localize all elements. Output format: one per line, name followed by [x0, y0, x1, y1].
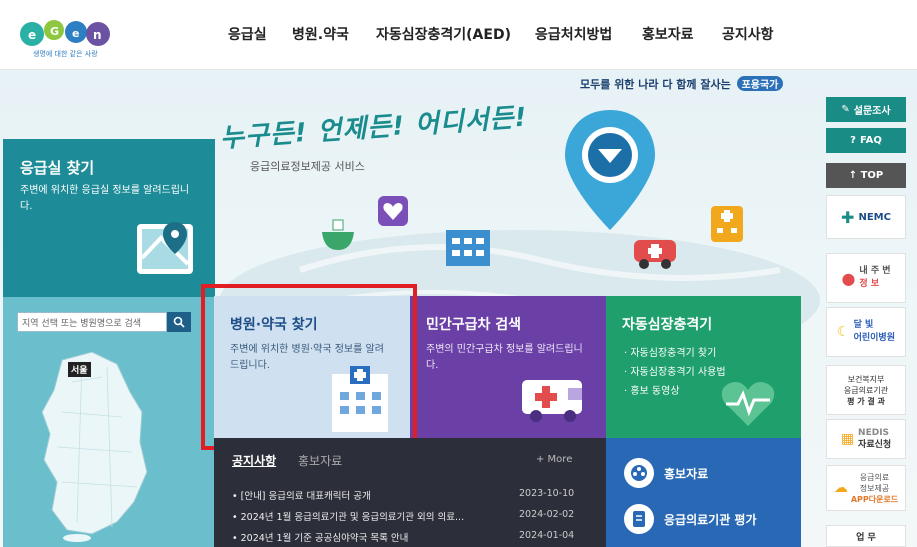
svg-text:G: G	[50, 25, 59, 38]
nav-promotion[interactable]: 홍보자료	[642, 24, 694, 44]
nav-notice[interactable]: 공지사항	[722, 24, 774, 44]
moon-label-2: 어린이병원	[853, 333, 895, 343]
nav-first-aid[interactable]: 응급처치방법	[535, 24, 612, 44]
app-download-link[interactable]: ☁ 응급의료 정보제공 APP다운로드	[826, 465, 906, 511]
nearby-info-link[interactable]: ● 내 주 변 정 보	[826, 253, 906, 303]
moon-label-1: 달 빛	[853, 320, 874, 330]
clinic-building-icon	[709, 204, 745, 244]
aed-link-find[interactable]: · 자동심장충격기 찾기	[624, 344, 726, 363]
app-label-1: 응급의료	[859, 472, 890, 482]
moon-icon: ☾	[837, 324, 850, 340]
nedis-label-1: NEDIS	[858, 428, 890, 438]
quick-sidebar: ✎ 설문조사 ? FAQ ↑ TOP ✚ NEMC ● 내 주 변 정 보 ☾ 달 …	[826, 97, 906, 547]
ambulance-car-icon	[630, 230, 680, 270]
nav-hospital-pharmacy[interactable]: 병원.약국	[292, 24, 349, 44]
eval-label-1: 보건복지부	[847, 374, 885, 384]
aed-link-usage[interactable]: · 자동심장충격기 사용법	[624, 363, 726, 382]
promo-materials-link[interactable]: 홍보자료	[664, 465, 708, 482]
map-pin-icon: ●	[841, 268, 856, 288]
hospital-building-icon	[442, 222, 494, 268]
region-label-seoul[interactable]: 서울	[68, 362, 91, 377]
nearby-label-2: 정 보	[859, 279, 880, 289]
slogan-text: 모두를 위한 나라 다 함께 잘사는	[580, 78, 731, 91]
top-button[interactable]: ↑ TOP	[826, 163, 906, 188]
hero-subtitle: 응급의료정보제공 서비스	[250, 160, 365, 173]
nedis-label-2: 자료신청	[858, 440, 892, 450]
ambulance-icon	[518, 374, 594, 428]
aed-tile-title: 자동심장충격기	[622, 317, 713, 333]
document-stack-icon: ▦	[840, 431, 855, 447]
search-icon	[173, 316, 185, 328]
evaluation-result-link[interactable]: 보건복지부 응급의료기관 평 가 결 과	[826, 365, 906, 415]
promo-panel: 홍보자료 응급의료기관 평가	[606, 438, 801, 547]
faq-label: FAQ	[859, 135, 882, 146]
region-search-input[interactable]: 지역 선택 또는 병원명으로 검색	[17, 312, 167, 332]
ambulance-tile-title: 민간구급차 검색	[426, 317, 522, 333]
moonlight-hospital-link[interactable]: ☾ 달 빛 어린이병원	[826, 307, 906, 357]
nemc-logo-icon: ✚	[841, 207, 855, 227]
site-logo[interactable]: e G e n 생명에 대한 같은 사랑	[18, 12, 128, 62]
heart-badge-icon	[376, 194, 410, 228]
slogan-bar: 모두를 위한 나라 다 함께 잘사는 포용국가	[580, 76, 784, 92]
logo-tagline: 생명에 대한 같은 사랑	[33, 50, 98, 58]
nav-emergency-room[interactable]: 응급실	[228, 24, 267, 44]
edit-icon: ✎	[841, 104, 850, 115]
notice-panel: 공지사항 홍보자료 + More • [안내] 응급의료 대표캐릭터 공개 20…	[214, 438, 606, 547]
notice-item[interactable]: • 2024년 1월 응급의료기관 및 응급의료기관 외의 의료...	[232, 509, 464, 523]
business-link[interactable]: 업 무	[826, 525, 906, 547]
pharmacy-bowl-icon	[318, 218, 358, 254]
survey-label: 설문조사	[853, 106, 891, 117]
nav-aed[interactable]: 자동심장충격기(AED)	[376, 24, 511, 44]
app-label-2: 정보제공	[859, 483, 890, 493]
notice-item[interactable]: • 2024년 1월 기준 공공심야약국 목록 안내	[232, 530, 408, 544]
nemc-label: NEMC	[858, 211, 891, 223]
eval-label-3: 평 가 결 과	[847, 396, 885, 406]
tab-notice[interactable]: 공지사항	[232, 452, 276, 469]
nearby-label-1: 내 주 변	[859, 266, 891, 276]
cloud-download-icon: ☁	[833, 480, 848, 496]
notice-date: 2023-10-10	[519, 488, 575, 499]
slogan-badge: 포용국가	[736, 76, 784, 91]
nemc-link[interactable]: ✚ NEMC	[826, 195, 906, 239]
ambulance-search-tile[interactable]: 민간구급차 검색 주변의 민간구급차 정보를 알려드립니다.	[410, 296, 606, 438]
aed-link-video[interactable]: · 홍보 동영상	[624, 382, 726, 401]
notice-date: 2024-01-04	[519, 530, 575, 541]
question-icon: ?	[850, 135, 856, 146]
more-link[interactable]: + More	[536, 454, 572, 465]
nedis-request-link[interactable]: ▦ NEDIS 자료신청	[826, 419, 906, 459]
notice-item[interactable]: • [안내] 응급의료 대표캐릭터 공개	[232, 488, 371, 502]
survey-button[interactable]: ✎ 설문조사	[826, 97, 906, 122]
heart-pulse-icon	[718, 376, 778, 434]
map-pin-icon	[135, 218, 197, 278]
business-label: 업 무	[856, 532, 876, 543]
location-pin-icon	[560, 105, 660, 235]
tab-promotion[interactable]: 홍보자료	[298, 452, 342, 469]
ambulance-tile-desc: 주변의 민간구급차 정보를 알려드립니다.	[426, 344, 583, 371]
korea-map[interactable]	[22, 342, 182, 542]
svg-text:n: n	[93, 28, 102, 42]
aed-menu: · 자동심장충격기 찾기 · 자동심장충격기 사용법 · 홍보 동영상	[624, 344, 726, 401]
aed-tile[interactable]: 자동심장충격기 · 자동심장충격기 찾기 · 자동심장충격기 사용법 · 홍보 …	[606, 296, 801, 438]
svg-text:e: e	[72, 27, 79, 40]
faq-button[interactable]: ? FAQ	[826, 128, 906, 153]
document-icon	[624, 504, 654, 534]
highlight-box	[201, 284, 417, 450]
svg-text:e: e	[28, 28, 36, 42]
app-label-3: APP다운로드	[850, 494, 899, 504]
eval-label-2: 응급의료기관	[843, 385, 889, 395]
er-finder-desc: 주변에 위치한 응급실 정보를 알려드립니다.	[20, 185, 190, 212]
er-finder-title[interactable]: 응급실 찾기	[20, 157, 94, 178]
notice-date: 2024-02-02	[519, 509, 575, 520]
evaluation-link[interactable]: 응급의료기관 평가	[664, 511, 757, 528]
film-reel-icon	[624, 458, 654, 488]
search-button[interactable]	[167, 312, 191, 332]
